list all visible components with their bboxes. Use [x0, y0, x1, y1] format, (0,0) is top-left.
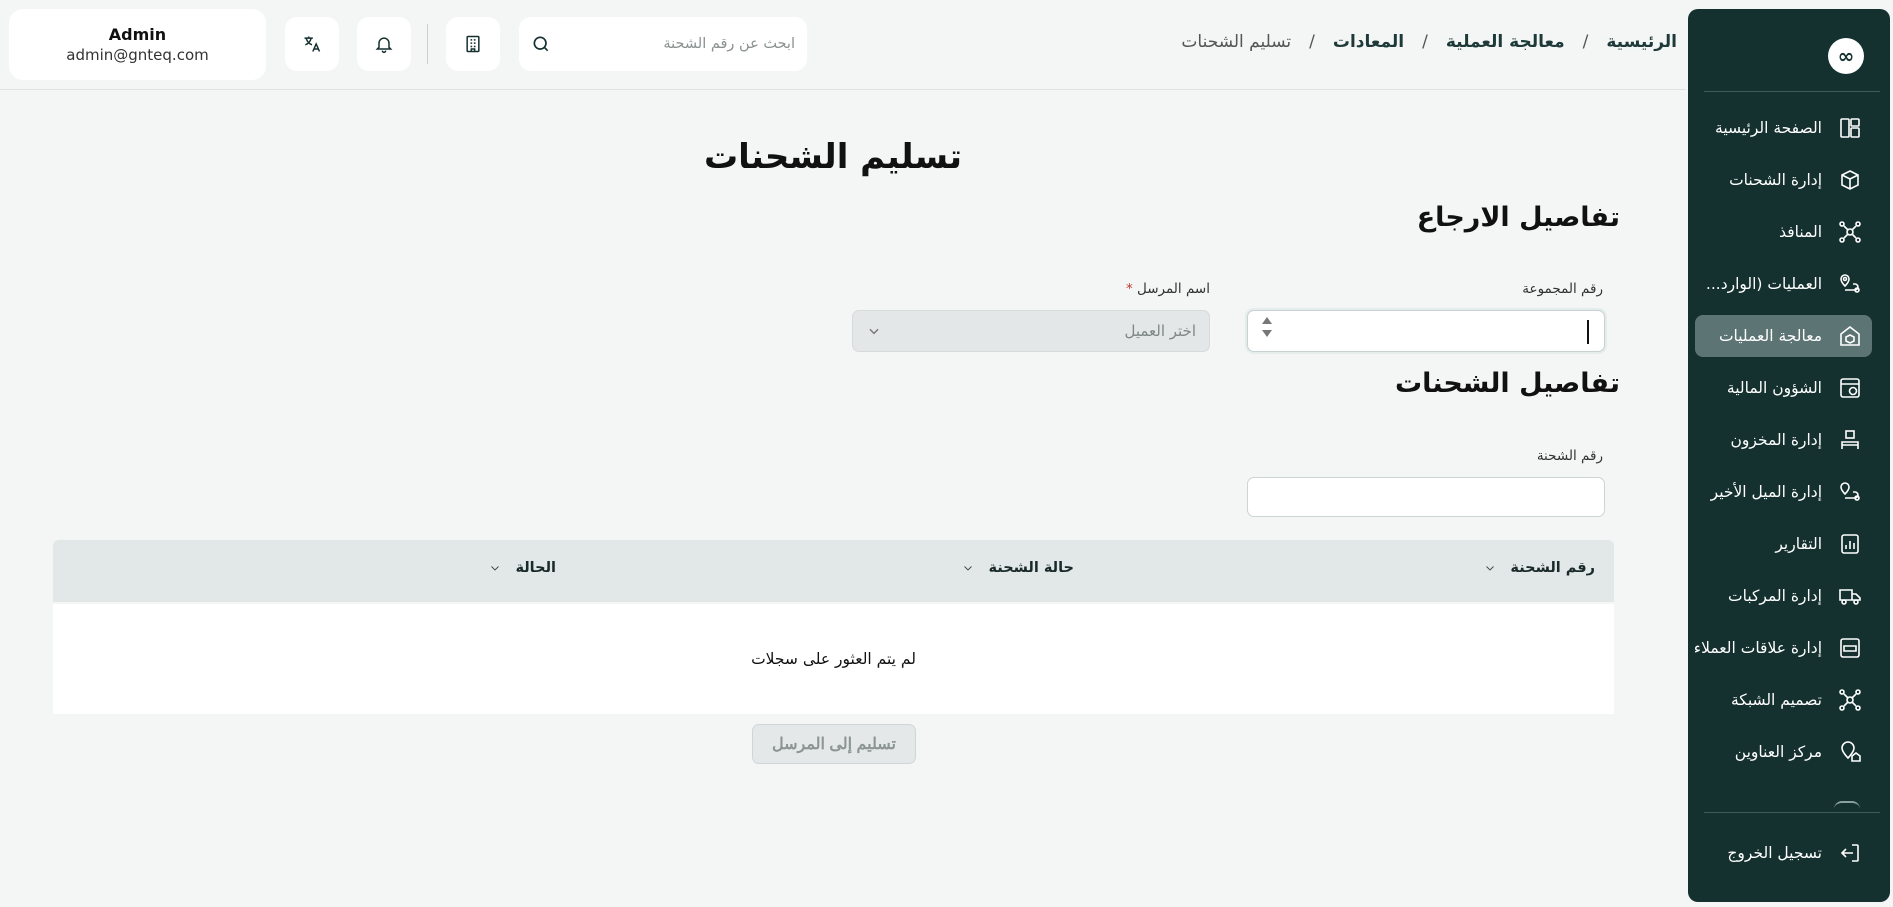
user-card[interactable]: Admin admin@gnteq.com [9, 9, 266, 80]
sender-select[interactable]: اختر العميل [852, 310, 1210, 352]
column-label: الحالة [515, 560, 556, 576]
column-label: حالة الشحنة [988, 560, 1074, 576]
sidebar-item-label: إدارة المخزون [1730, 431, 1822, 449]
sidebar-item-label: الصفحة الرئيسية [1715, 119, 1822, 137]
column-status[interactable]: الحالة [489, 560, 556, 576]
breadcrumb-operation-processing[interactable]: معالجة العملية [1446, 32, 1565, 52]
last-mile-icon [1838, 480, 1862, 504]
sidebar-item-home[interactable]: الصفحة الرئيسية [1695, 107, 1872, 149]
logout-label: تسجيل الخروج [1727, 844, 1822, 862]
header-divider [0, 89, 1686, 90]
bell-icon [375, 37, 393, 54]
sidebar-item-address-center[interactable]: مركز العناوين [1695, 731, 1872, 773]
chevron-down-icon [1486, 566, 1495, 571]
notifications-button[interactable] [357, 17, 411, 71]
search-input[interactable] [575, 31, 795, 57]
route-icon [1838, 272, 1862, 296]
sidebar-item-ports[interactable]: المنافذ [1695, 211, 1872, 253]
shipment-number-label: رقم الشحنة [1536, 448, 1603, 464]
empty-message: لم يتم العثور على سجلات [751, 650, 916, 668]
box-gear-icon [1838, 324, 1862, 348]
search-icon[interactable] [531, 34, 551, 54]
breadcrumb: الرئيسية / معالجة العملية / المعادات / ت… [1181, 32, 1677, 52]
sidebar-item-label: إدارة علاقات العملاء [1693, 639, 1822, 657]
language-button[interactable] [285, 17, 339, 71]
sidebar-item-label: إدارة المركبات [1728, 587, 1822, 605]
page-title: تسليم الشحنات [704, 137, 962, 177]
building-icon [466, 35, 480, 53]
breadcrumb-separator: / [1422, 32, 1428, 52]
breadcrumb-home[interactable]: الرئيسية [1606, 32, 1677, 52]
chevron-down-icon [869, 328, 879, 335]
breadcrumb-separator: / [1582, 32, 1589, 52]
sidebar-scroll-hint [1834, 801, 1860, 809]
header-separator [427, 24, 428, 64]
spinner-up-icon[interactable] [1262, 317, 1272, 324]
report-icon [1838, 532, 1862, 556]
package-icon [1838, 168, 1862, 192]
sidebar-item-finance[interactable]: الشؤون المالية [1695, 367, 1872, 409]
network-icon [1838, 220, 1862, 244]
group-number-label: رقم المجموعة [1522, 281, 1603, 297]
required-asterisk: * [1125, 281, 1133, 297]
sidebar-item-vehicles[interactable]: إدارة المركبات [1695, 575, 1872, 617]
chevron-down-icon [964, 566, 973, 571]
organization-button[interactable] [446, 17, 500, 71]
address-icon [1838, 740, 1862, 764]
sender-name-label-text: اسم المرسل [1137, 281, 1210, 297]
sidebar-item-label: العمليات (الوارد... [1705, 275, 1822, 293]
grid-network-icon [1838, 688, 1862, 712]
breadcrumb-equipment[interactable]: المعادات [1333, 32, 1404, 52]
dashboard-icon [1838, 116, 1862, 140]
deliver-to-sender-button[interactable]: تسليم إلى المرسل [752, 724, 916, 764]
number-spinner[interactable] [1262, 317, 1272, 337]
search-box [519, 17, 807, 71]
sidebar-item-label: معالجة العمليات [1718, 327, 1822, 345]
translate-icon [304, 36, 321, 52]
sidebar-item-network-design[interactable]: تصميم الشبكة [1695, 679, 1872, 721]
crm-icon [1838, 636, 1862, 660]
sidebar-item-label: إدارة الميل الأخير [1710, 483, 1822, 501]
finance-icon [1838, 376, 1862, 400]
sidebar-item-operations[interactable]: العمليات (الوارد... [1695, 263, 1872, 305]
shipment-number-input[interactable] [1247, 477, 1605, 517]
table-empty-state: لم يتم العثور على سجلات [53, 604, 1614, 714]
sidebar-item-crm[interactable]: إدارة علاقات العملاء [1693, 627, 1872, 669]
group-number-input[interactable] [1247, 310, 1605, 352]
sidebar-item-label: الشؤون المالية [1726, 379, 1822, 397]
sidebar-item-last-mile[interactable]: إدارة الميل الأخير [1695, 471, 1872, 513]
sidebar-item-label: التقارير [1775, 535, 1822, 553]
sidebar-item-reports[interactable]: التقارير [1695, 523, 1872, 565]
sidebar-item-inventory[interactable]: إدارة المخزون [1695, 419, 1872, 461]
sender-name-label: اسم المرسل * [1126, 281, 1210, 297]
sidebar-item-label: تصميم الشبكة [1730, 691, 1822, 709]
shipment-details-title: تفاصيل الشحنات [1395, 368, 1620, 399]
text-caret [1587, 320, 1589, 344]
column-shipment-number[interactable]: رقم الشحنة [1484, 560, 1595, 576]
breadcrumb-current: تسليم الشحنات [1181, 32, 1292, 52]
chevron-down-icon [491, 566, 500, 571]
spinner-down-icon[interactable] [1262, 330, 1272, 337]
logout-button[interactable]: تسجيل الخروج [1695, 832, 1872, 874]
sidebar: ∞ الصفحة الرئيسية إدارة الشحنات المنافذ … [1688, 9, 1890, 902]
table-header: رقم الشحنة حالة الشحنة الحالة [53, 540, 1614, 602]
logout-icon [1838, 841, 1862, 865]
sidebar-item-label: المنافذ [1779, 223, 1822, 241]
column-label: رقم الشحنة [1510, 560, 1595, 576]
sidebar-divider [1704, 812, 1880, 813]
sidebar-divider [1704, 91, 1880, 92]
user-name: Admin [108, 25, 167, 44]
sender-select-placeholder: اختر العميل [1124, 322, 1196, 340]
sidebar-item-label: إدارة الشحنات [1729, 171, 1822, 189]
sidebar-item-operations-processing[interactable]: معالجة العمليات [1695, 315, 1872, 357]
column-shipment-status[interactable]: حالة الشحنة [962, 560, 1074, 576]
truck-icon [1838, 584, 1862, 608]
return-details-title: تفاصيل الارجاع [1416, 202, 1620, 233]
sidebar-item-label: مركز العناوين [1734, 743, 1822, 761]
user-email: admin@gnteq.com [66, 46, 209, 64]
logo-icon[interactable]: ∞ [1828, 38, 1864, 74]
sidebar-item-shipments[interactable]: إدارة الشحنات [1695, 159, 1872, 201]
warehouse-icon [1838, 428, 1862, 452]
breadcrumb-separator: / [1309, 32, 1315, 52]
